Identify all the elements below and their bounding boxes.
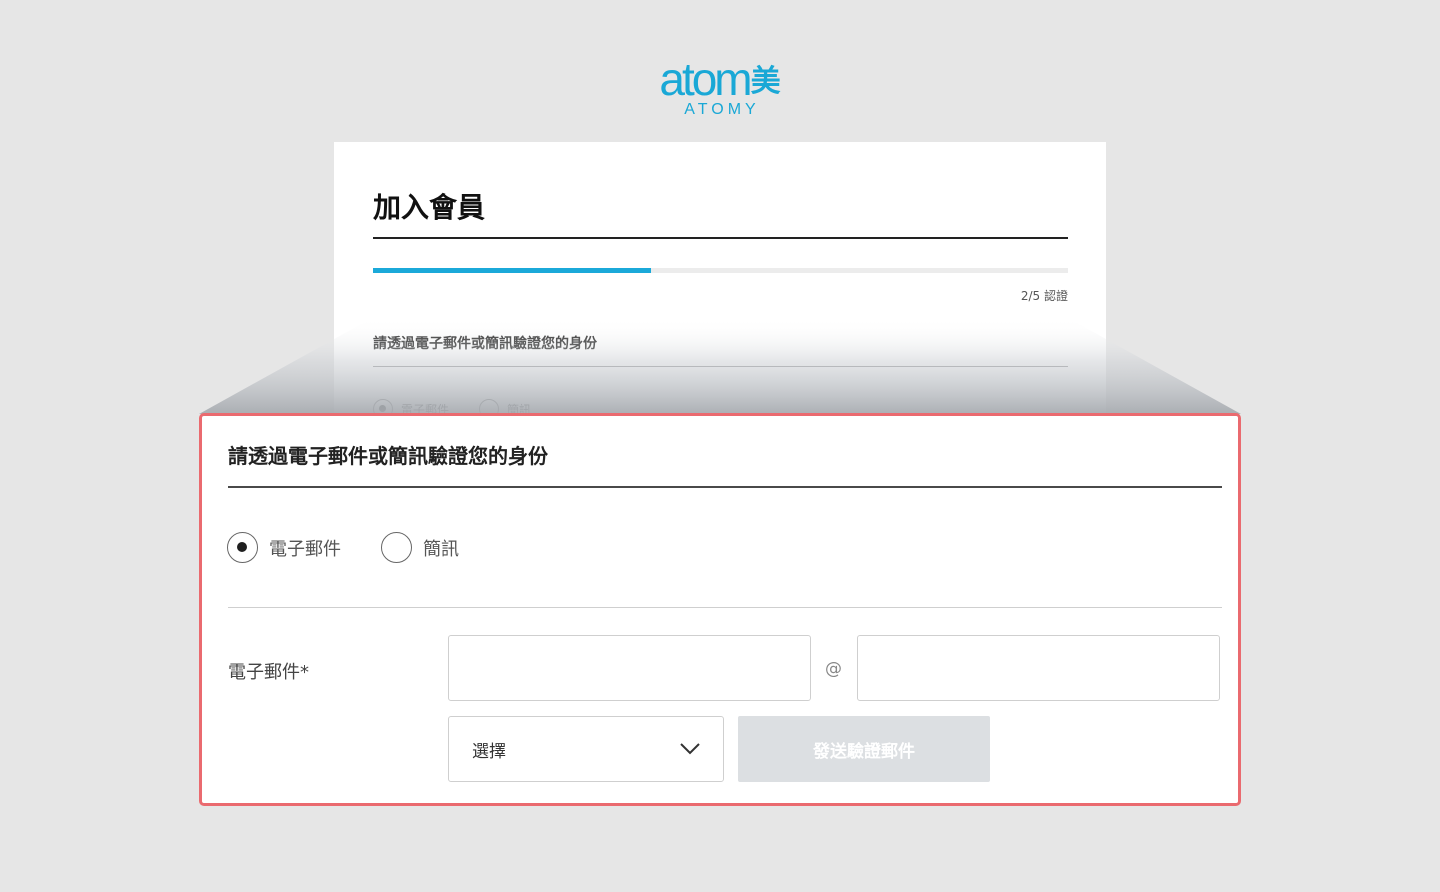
atomy-logo: atom 美 ATOMY: [0, 52, 1440, 119]
verification-method-group: 電子郵件 簡訊: [227, 532, 499, 563]
chevron-down-icon: [680, 743, 700, 755]
domain-select-value: 選擇: [472, 741, 506, 762]
radio-email-label: 電子郵件: [269, 538, 341, 560]
radio-unchecked-icon[interactable]: [381, 532, 412, 563]
progress-fill: [373, 268, 651, 273]
email-domain-input[interactable]: [857, 635, 1220, 701]
verification-instruction: 請透過電子郵件或簡訊驗證您的身份: [373, 336, 597, 352]
radio-checked-icon[interactable]: [227, 532, 258, 563]
radio-sms[interactable]: 簡訊: [381, 532, 459, 563]
progress-bar: [373, 268, 1068, 273]
send-verification-email-button[interactable]: 發送驗證郵件: [738, 716, 990, 782]
logo-mark: atom 美: [659, 52, 780, 102]
logo-cjk: 美: [750, 64, 781, 99]
title-divider: [373, 237, 1068, 239]
zoom-top-divider: [228, 486, 1222, 488]
logo-word: atom: [659, 53, 752, 105]
step-indicator: 2/5 認證: [1020, 289, 1068, 303]
radio-email[interactable]: 電子郵件: [227, 532, 341, 563]
at-sign: @: [825, 659, 842, 679]
page-title: 加入會員: [373, 191, 486, 224]
email-local-input[interactable]: [448, 635, 811, 701]
radio-sms-label: 簡訊: [423, 538, 459, 560]
zoom-instruction: 請透過電子郵件或簡訊驗證您的身份: [228, 444, 548, 468]
instruction-divider: [373, 366, 1068, 367]
zoom-mid-divider: [228, 607, 1222, 608]
zoomed-verification-panel: 請透過電子郵件或簡訊驗證您的身份 電子郵件 簡訊 電子郵件* @ 選擇 發送驗證…: [199, 413, 1241, 806]
email-field-label: 電子郵件*: [228, 662, 309, 683]
email-domain-select[interactable]: 選擇: [448, 716, 724, 782]
signup-card: 加入會員 2/5 認證 請透過電子郵件或簡訊驗證您的身份 電子郵件 簡訊: [334, 142, 1106, 442]
logo-subtitle: ATOMY: [684, 101, 760, 118]
